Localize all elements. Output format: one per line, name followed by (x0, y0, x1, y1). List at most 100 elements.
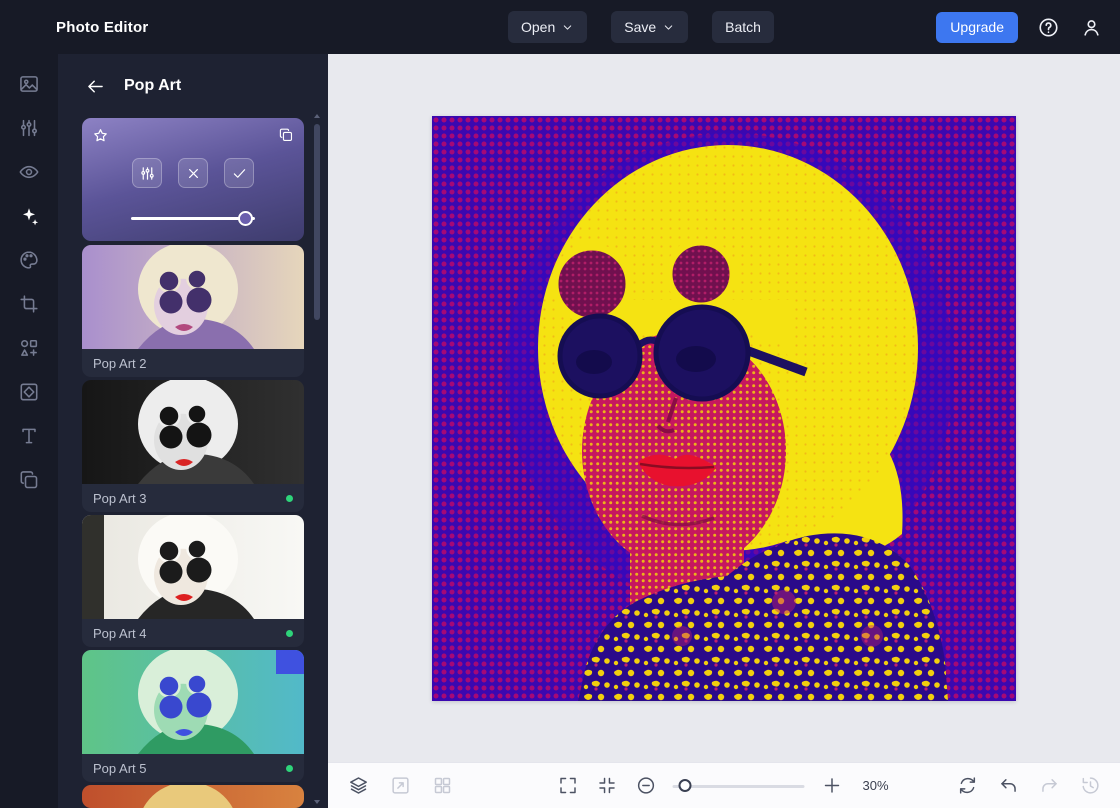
effect-intensity-slider[interactable] (131, 211, 255, 225)
favorite-star-icon[interactable] (92, 127, 109, 144)
help-button[interactable] (1035, 14, 1061, 40)
premium-dot (286, 765, 293, 772)
intensity-track (131, 217, 255, 220)
sparkles-icon (18, 205, 40, 227)
eye-icon (18, 161, 40, 183)
effects-list-container: Pop Art 2 Pop Art 3 Pop Art 4 Pop Art 5 (58, 118, 328, 808)
effect-label-row: Pop Art 4 (82, 619, 304, 647)
save-button-label: Save (624, 19, 656, 35)
premium-dot (286, 495, 293, 502)
zoom-track (673, 785, 805, 788)
zoom-out-button[interactable] (634, 774, 658, 798)
fullscreen-button[interactable] (556, 774, 580, 798)
text-icon (18, 425, 40, 447)
effect-thumbnail (82, 650, 304, 754)
hamburger-menu-button[interactable] (16, 12, 46, 42)
app-title: Photo Editor (56, 19, 148, 36)
canvas-area: 30% (328, 54, 1120, 808)
palette-icon (18, 249, 40, 271)
back-button[interactable] (85, 74, 109, 98)
layers-panel-button[interactable] (346, 774, 370, 798)
effect-card-partial[interactable] (82, 785, 304, 808)
sidebar-tool-adjust[interactable] (11, 110, 47, 146)
fit-screen-icon (596, 775, 617, 796)
zoom-in-button[interactable] (820, 774, 844, 798)
effect-controls (82, 158, 304, 188)
upgrade-button[interactable]: Upgrade (936, 12, 1018, 43)
scrollbar-thumb[interactable] (314, 124, 320, 320)
help-icon (1037, 16, 1060, 39)
back-arrow-icon (85, 76, 106, 97)
adjust-icon (18, 117, 40, 139)
zoom-in-icon (821, 775, 842, 796)
effect-label-row: Pop Art 5 (82, 754, 304, 782)
effect-label: Pop Art 5 (93, 761, 146, 776)
reset-button[interactable] (955, 774, 979, 798)
batch-button[interactable]: Batch (712, 11, 774, 43)
topbar-right: Upgrade (936, 12, 1104, 43)
sidebar-tool-crop[interactable] (11, 286, 47, 322)
effect-card-pop-art-5[interactable]: Pop Art 5 (82, 650, 304, 782)
effect-label: Pop Art 4 (93, 626, 146, 641)
sidebar-tool-layers[interactable] (11, 462, 47, 498)
user-icon (1080, 16, 1103, 39)
premium-dot (286, 630, 293, 637)
effects-panel: Pop Art Po (58, 54, 328, 808)
sidebar-tool-color[interactable] (11, 242, 47, 278)
photo-icon (18, 73, 40, 95)
sidebar-tool-text[interactable] (11, 418, 47, 454)
panel-scrollbar[interactable] (312, 112, 322, 806)
canvas-viewport[interactable] (328, 54, 1120, 762)
sidebar-tool-photos[interactable] (11, 66, 47, 102)
save-button[interactable]: Save (611, 11, 688, 43)
sidebar-tool-effects[interactable] (11, 198, 47, 234)
crop-icon (18, 293, 40, 315)
effect-apply-button[interactable] (224, 158, 254, 188)
canvas-image[interactable] (432, 116, 1016, 701)
scroll-up-arrow[interactable] (313, 112, 321, 120)
zoom-slider[interactable] (673, 778, 805, 794)
topbar-file-actions: Open Save Batch (508, 0, 774, 54)
bottom-toolbar: 30% (328, 762, 1120, 808)
layers-icon (18, 469, 40, 491)
active-effect-card[interactable] (82, 118, 304, 241)
grid-view-button[interactable] (430, 774, 454, 798)
tool-sidebar (0, 54, 58, 808)
zoom-level-value[interactable]: 30% (859, 778, 893, 793)
effect-thumbnail (82, 380, 304, 484)
redo-icon (1039, 775, 1060, 796)
effect-thumbnail (82, 785, 304, 808)
redo-button[interactable] (1037, 774, 1061, 798)
texture-icon (18, 381, 40, 403)
sidebar-tool-preview[interactable] (11, 154, 47, 190)
export-button[interactable] (388, 774, 412, 798)
history-button[interactable] (1078, 774, 1102, 798)
fit-screen-button[interactable] (595, 774, 619, 798)
panel-header: Pop Art (58, 54, 328, 118)
account-button[interactable] (1078, 14, 1104, 40)
shapes-icon (18, 337, 40, 359)
effect-card-pop-art-3[interactable]: Pop Art 3 (82, 380, 304, 512)
effect-thumbnail (82, 245, 304, 349)
bottombar-left (346, 774, 454, 798)
open-button[interactable]: Open (508, 11, 587, 43)
undo-button[interactable] (996, 774, 1020, 798)
history-icon (1080, 775, 1101, 796)
duplicate-icon[interactable] (278, 127, 294, 143)
reset-icon (957, 775, 978, 796)
effect-card-pop-art-2[interactable]: Pop Art 2 (82, 245, 304, 377)
effect-adjust-button[interactable] (132, 158, 162, 188)
batch-button-label: Batch (725, 19, 761, 35)
effect-cancel-button[interactable] (178, 158, 208, 188)
zoom-knob[interactable] (679, 779, 692, 792)
expand-icon (557, 775, 578, 796)
effect-label: Pop Art 2 (93, 356, 146, 371)
grid-icon (432, 775, 453, 796)
sidebar-tool-elements[interactable] (11, 330, 47, 366)
effect-label: Pop Art 3 (93, 491, 146, 506)
sidebar-tool-texture[interactable] (11, 374, 47, 410)
history-controls (955, 774, 1102, 798)
effect-card-pop-art-4[interactable]: Pop Art 4 (82, 515, 304, 647)
scroll-down-arrow[interactable] (313, 798, 321, 806)
intensity-knob[interactable] (238, 211, 253, 226)
